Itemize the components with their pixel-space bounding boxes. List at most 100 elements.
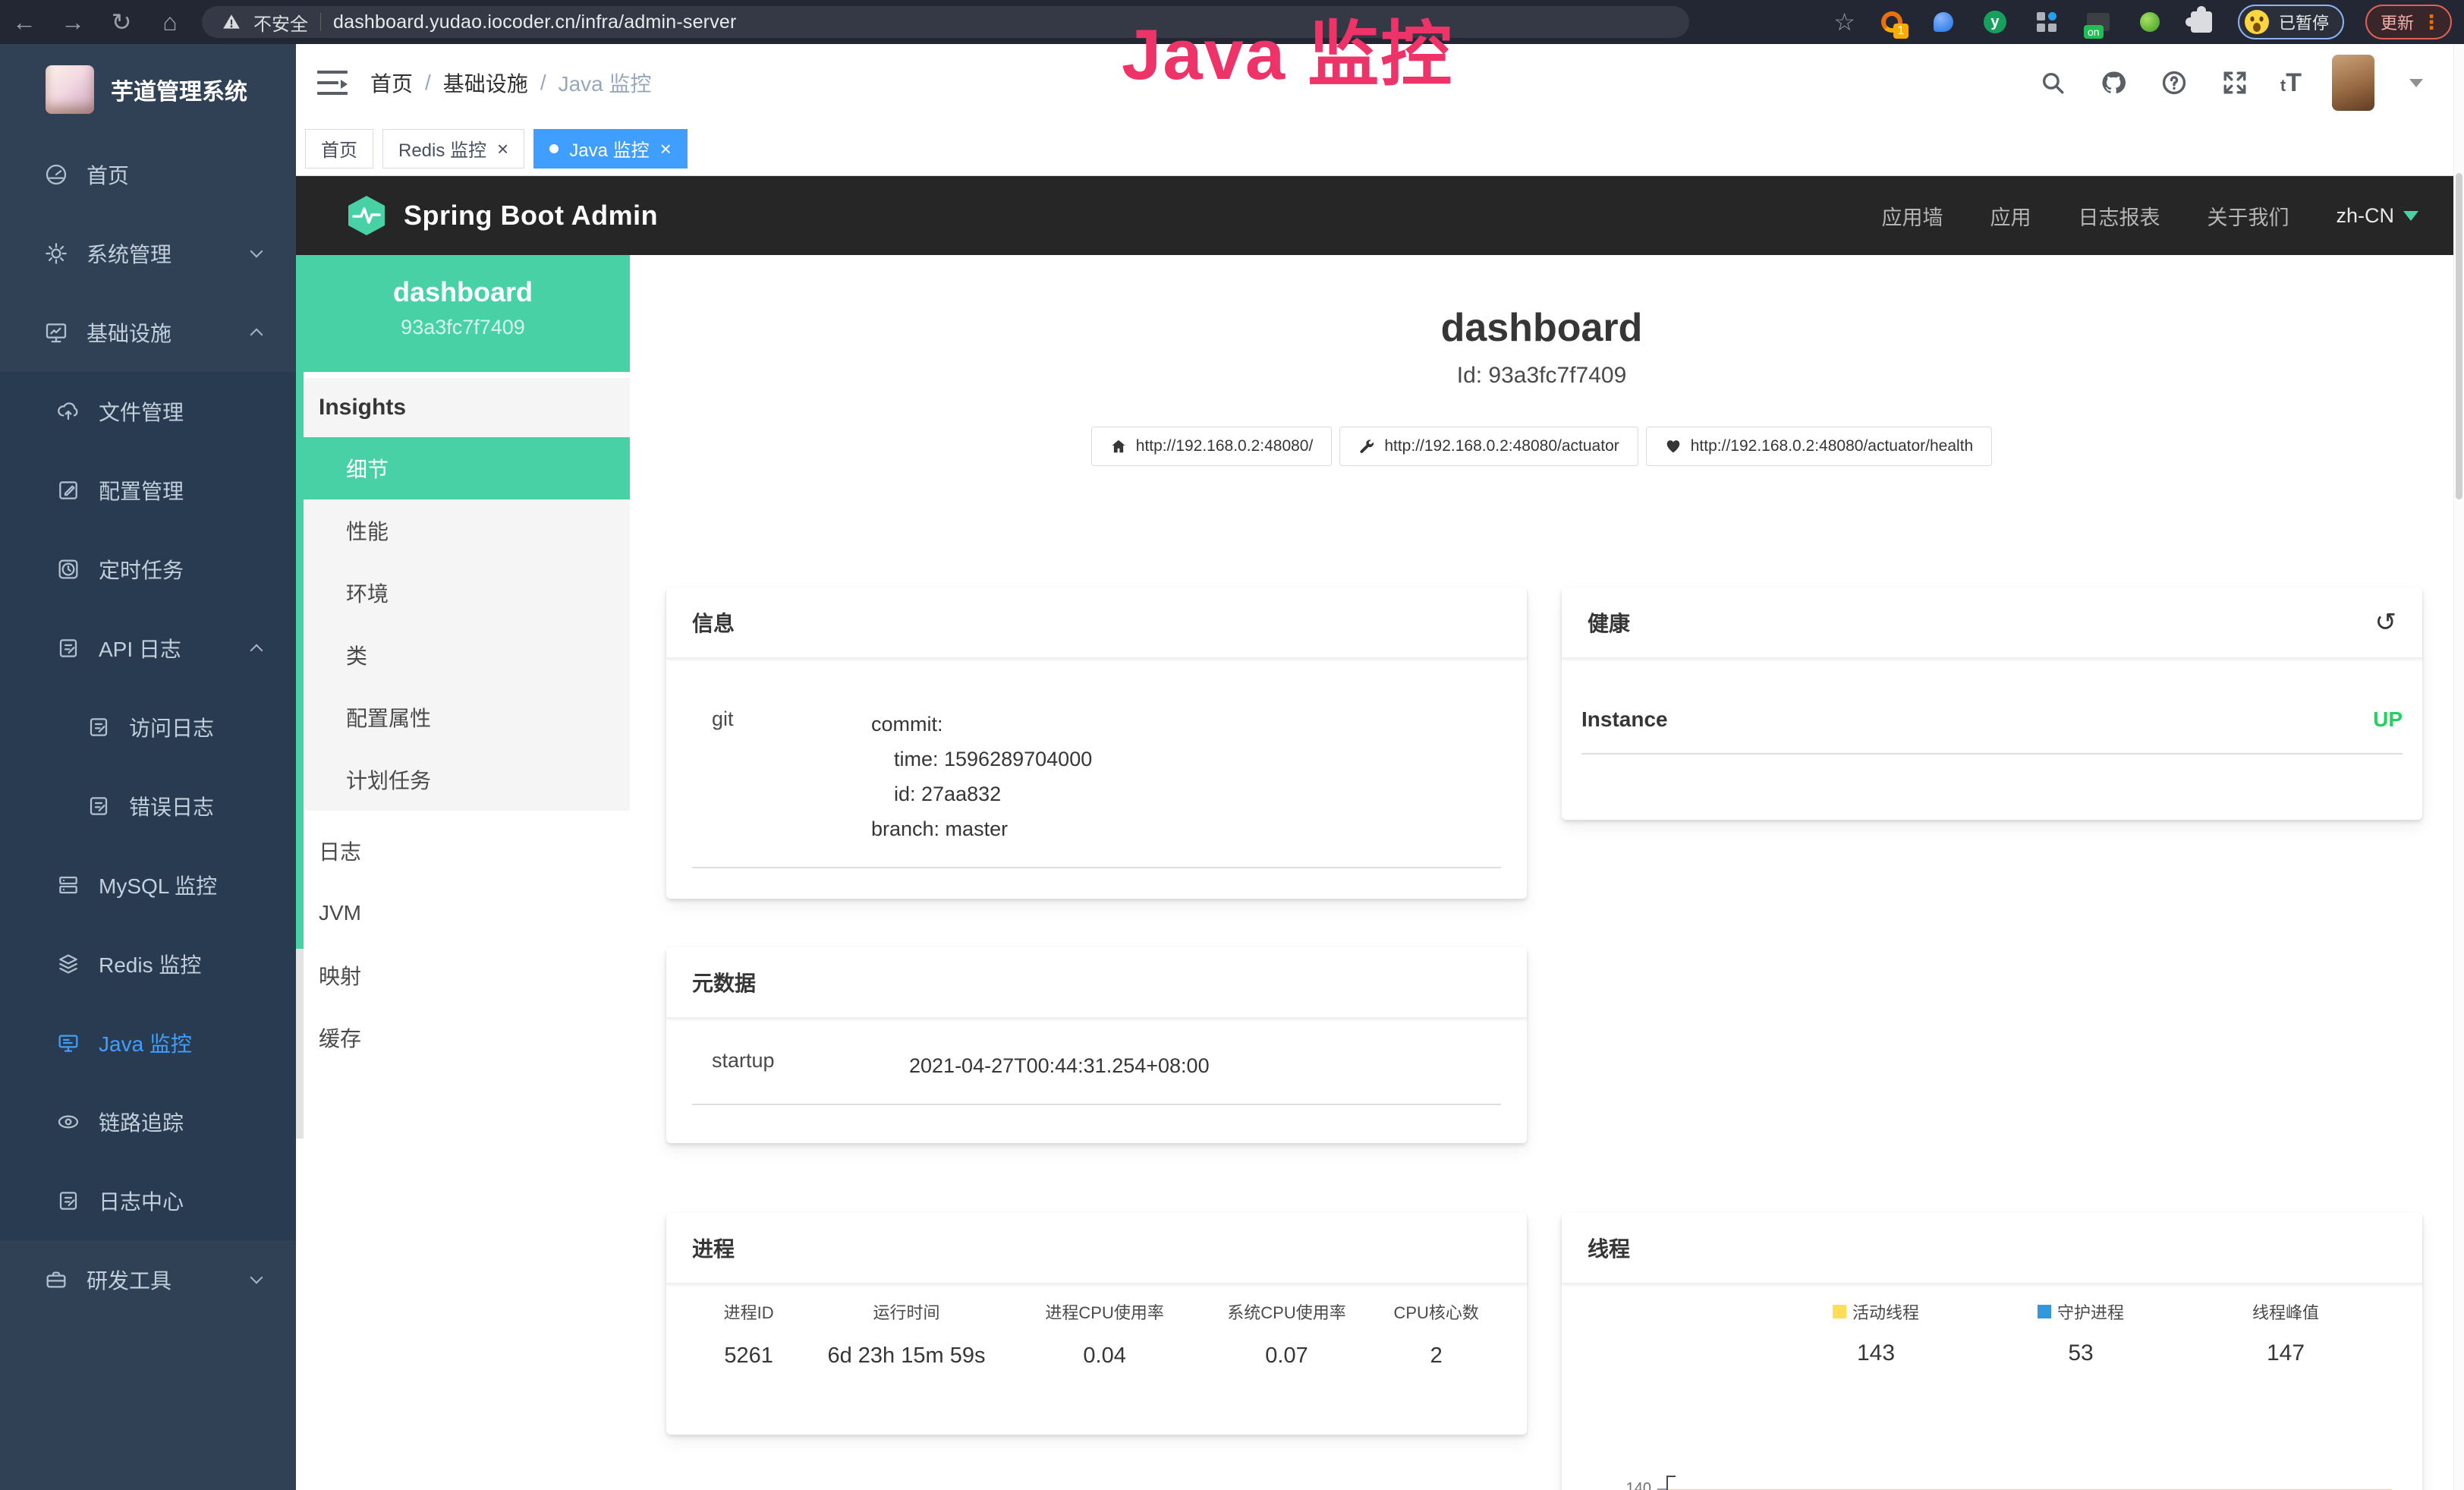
sba-item-metrics[interactable]: 性能	[296, 499, 630, 562]
sidebar-item-infra[interactable]: 基础设施	[0, 293, 296, 372]
legend-live-threads: 活动线程 143	[1792, 1299, 1959, 1366]
browser-back-icon[interactable]: ←	[0, 8, 49, 36]
sidebar-item-access-log[interactable]: 访问日志	[0, 688, 296, 767]
actuator-url-button[interactable]: http://192.168.0.2:48080/actuator	[1339, 427, 1638, 466]
extension-loop-icon[interactable]: 1	[1877, 7, 1907, 37]
chevron-up-icon	[250, 644, 263, 657]
browser-home-icon[interactable]: ⌂	[146, 8, 194, 36]
health-url-button[interactable]: http://192.168.0.2:48080/actuator/health	[1646, 427, 1992, 466]
sba-brand[interactable]: Spring Boot Admin	[345, 194, 658, 238]
sidebar-item-java-monitor[interactable]: Java 监控	[0, 1003, 296, 1082]
tab-java-monitor[interactable]: Java 监控 ×	[533, 129, 688, 169]
github-icon[interactable]	[2098, 68, 2129, 98]
fullscreen-icon[interactable]	[2220, 68, 2250, 98]
tab-close-icon[interactable]: ×	[497, 139, 508, 159]
navbar-actions: tT	[2038, 55, 2464, 111]
health-instance-row: Instance UP	[1581, 707, 2403, 754]
breadcrumb-section[interactable]: 基础设施	[443, 68, 528, 98]
sba-instance-header[interactable]: dashboard 93a3fc7f7409	[296, 255, 630, 372]
sba-item-logfile[interactable]: 日志	[296, 820, 630, 882]
help-icon[interactable]	[2159, 68, 2189, 98]
monitor-chart-icon	[44, 320, 68, 345]
sidebar-item-error-log[interactable]: 错误日志	[0, 767, 296, 846]
tab-close-icon[interactable]: ×	[660, 139, 672, 159]
breadcrumb-separator: /	[540, 71, 546, 95]
ytick-140: 140	[1603, 1480, 1651, 1490]
toolbox-icon	[44, 1268, 68, 1292]
sba-hexagon-logo-icon	[345, 194, 389, 238]
hamburger-icon[interactable]	[317, 71, 348, 95]
browser-update-button[interactable]: 更新 ⋮	[2365, 5, 2452, 39]
process-columns: 进程ID 运行时间 进程CPU使用率 系统CPU使用率 CPU核心数	[692, 1299, 1501, 1324]
extensions-puzzle-icon[interactable]	[2186, 7, 2217, 37]
sba-item-environment[interactable]: 环境	[296, 562, 630, 624]
sba-item-mappings[interactable]: 映射	[296, 944, 630, 1006]
sidebar-item-file-manage[interactable]: 文件管理	[0, 372, 296, 451]
history-icon[interactable]: ↺	[2375, 607, 2397, 638]
browser-menu-dots-icon[interactable]: ⋮	[2422, 11, 2441, 34]
server-icon	[56, 873, 80, 897]
avatar-caret-icon[interactable]	[2409, 79, 2423, 87]
tab-home[interactable]: 首页	[305, 129, 373, 169]
extension-y-icon[interactable]: y	[1980, 7, 2010, 37]
page-scrollbar[interactable]	[2453, 44, 2464, 1490]
health-status-badge: UP	[2373, 707, 2403, 732]
metadata-startup-row: startup 2021-04-27T00:44:31.254+08:00	[692, 1019, 1501, 1105]
sba-sidebar-scrollbar[interactable]	[296, 255, 304, 949]
extension-on-switch-icon[interactable]: on	[2083, 7, 2113, 37]
process-card: 进程 进程ID 运行时间 进程CPU使用率 系统CPU使用率 CPU核心数 52…	[666, 1213, 1527, 1435]
extension-pin-icon[interactable]	[1928, 7, 1959, 37]
sidebar-item-redis-monitor[interactable]: Redis 监控	[0, 925, 296, 1003]
sba-insights-group: Insights 细节 性能 环境 类 配置属性 计划任务	[296, 378, 630, 811]
profile-avatar-icon	[2244, 9, 2270, 35]
threads-card-header: 线程	[1562, 1213, 2422, 1284]
sba-item-configprops[interactable]: 配置属性	[296, 686, 630, 748]
user-avatar[interactable]	[2332, 55, 2374, 111]
sidebar-item-mysql-monitor[interactable]: MySQL 监控	[0, 846, 296, 925]
sba-link-about[interactable]: 关于我们	[2207, 201, 2289, 231]
extension-leaf-icon[interactable]	[2135, 7, 2165, 37]
sba-item-caches[interactable]: 缓存	[296, 1006, 630, 1069]
sidebar-item-system[interactable]: 系统管理	[0, 214, 296, 293]
sidebar-item-dev-tools[interactable]: 研发工具	[0, 1240, 296, 1319]
sidebar-item-home[interactable]: 首页	[0, 135, 296, 214]
address-bar[interactable]: 不安全 dashboard.yudao.iocoder.cn/infra/adm…	[202, 6, 1689, 38]
instance-title: dashboard	[630, 305, 2453, 351]
sba-link-wallboard[interactable]: 应用墙	[1881, 201, 1943, 231]
page-scrollbar-thumb[interactable]	[2456, 173, 2462, 499]
extension-grid-icon[interactable]	[2031, 7, 2062, 37]
y-axis-line	[1666, 1476, 1668, 1490]
threads-card: 线程 活动线程 143 守护进程 53 线程峰值	[1562, 1213, 2422, 1490]
sidebar-item-tracing[interactable]: 链路追踪	[0, 1082, 296, 1161]
font-size-icon[interactable]: tT	[2280, 68, 2302, 98]
sba-item-scheduled[interactable]: 计划任务	[296, 748, 630, 811]
browser-reload-icon[interactable]: ↻	[97, 8, 146, 36]
sba-language-select[interactable]: zh-CN	[2336, 204, 2418, 228]
daemon-threads-value: 53	[1997, 1340, 2164, 1366]
sba-link-applications[interactable]: 应用	[1990, 201, 2031, 231]
sidebar-item-log-center[interactable]: 日志中心	[0, 1161, 296, 1240]
sba-item-jvm[interactable]: JVM	[296, 882, 630, 944]
tab-redis-monitor[interactable]: Redis 监控 ×	[382, 129, 524, 169]
service-url-button[interactable]: http://192.168.0.2:48080/	[1091, 427, 1333, 466]
sidebar-item-config-manage[interactable]: 配置管理	[0, 451, 296, 530]
sba-link-journal[interactable]: 日志报表	[2078, 201, 2160, 231]
sidebar-item-scheduled-jobs[interactable]: 定时任务	[0, 530, 296, 609]
sba-instance-name: dashboard	[296, 276, 630, 308]
legend-peak-threads: 线程峰值 147	[2202, 1299, 2369, 1366]
browser-profile-chip[interactable]: 已暂停	[2238, 5, 2344, 39]
sidebar-item-api-log[interactable]: API 日志	[0, 609, 296, 688]
sba-item-classes[interactable]: 类	[296, 624, 630, 686]
instance-id-subtitle: Id: 93a3fc7f7409	[630, 363, 2453, 389]
extension-on-badge: on	[2084, 25, 2104, 39]
bookmark-star-icon[interactable]: ☆	[1833, 8, 1855, 36]
browser-forward-icon[interactable]: →	[49, 8, 97, 36]
info-git-label: git	[712, 707, 871, 847]
search-icon[interactable]	[2038, 68, 2068, 98]
sba-item-details[interactable]: 细节	[296, 437, 630, 499]
threads-area-chart: 140 120 100	[1588, 1480, 2396, 1490]
info-git-value: commit: time: 1596289704000 id: 27aa832 …	[871, 707, 1092, 847]
java-monitor-icon	[56, 1031, 80, 1055]
breadcrumb-home[interactable]: 首页	[370, 68, 413, 98]
app-logo-row[interactable]: 芋道管理系统	[0, 44, 296, 135]
